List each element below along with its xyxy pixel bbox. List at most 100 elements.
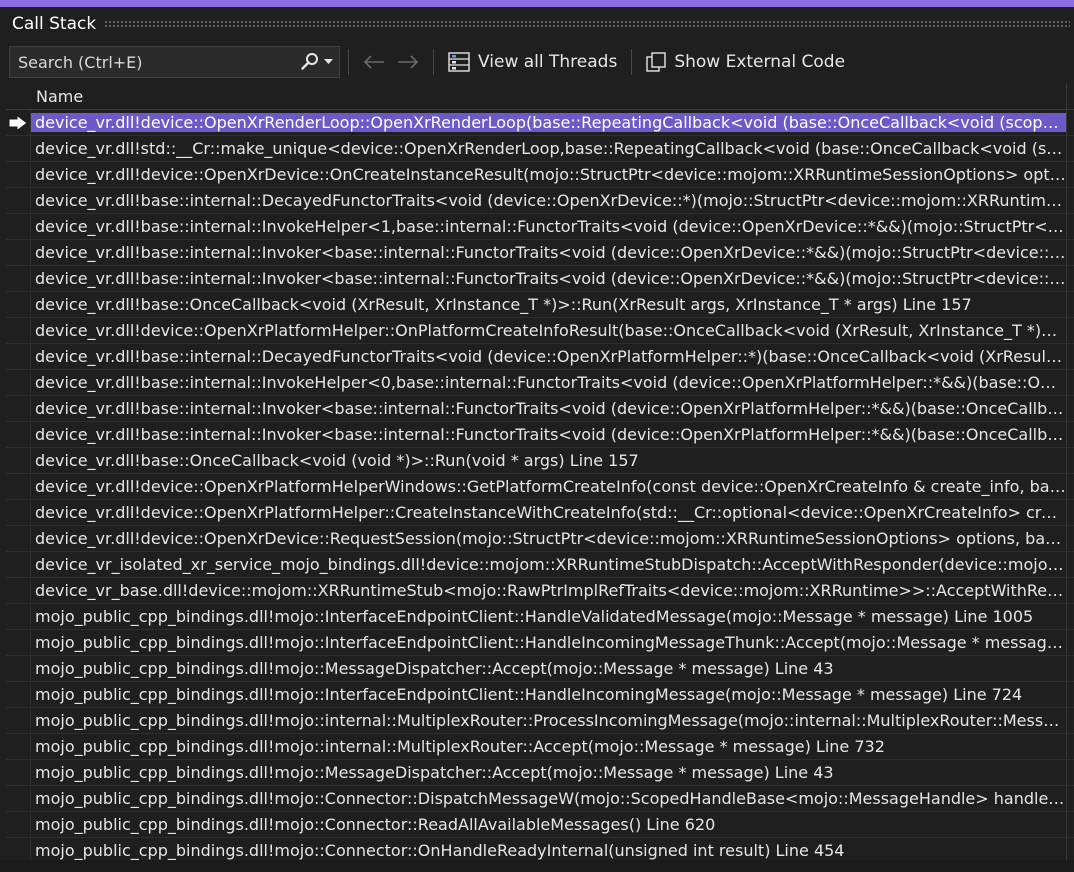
stack-frame-row[interactable]: device_vr.dll!base::internal::DecayedFun… — [6, 188, 1074, 214]
stack-frame-row[interactable]: device_vr.dll!device::OpenXrPlatformHelp… — [6, 500, 1074, 526]
frame-gutter[interactable] — [6, 578, 31, 603]
stack-frame-row[interactable]: device_vr.dll!base::internal::DecayedFun… — [6, 344, 1074, 370]
frame-language-cell — [1066, 708, 1074, 733]
stack-frame-row[interactable]: mojo_public_cpp_bindings.dll!mojo::Conne… — [6, 786, 1074, 812]
stack-frame-row[interactable]: device_vr.dll!device::OpenXrPlatformHelp… — [6, 318, 1074, 344]
frame-gutter[interactable] — [6, 110, 31, 135]
frame-gutter[interactable] — [6, 136, 31, 161]
stack-frame-row[interactable]: mojo_public_cpp_bindings.dll!mojo::Messa… — [6, 760, 1074, 786]
stack-frame-row[interactable]: device_vr.dll!base::internal::Invoker<ba… — [6, 266, 1074, 292]
bottom-tab-strip — [0, 860, 1074, 872]
frame-gutter[interactable] — [6, 240, 31, 265]
frame-gutter[interactable] — [6, 344, 31, 369]
frame-language-cell — [1066, 604, 1074, 629]
view-all-threads-label: View all Threads — [478, 52, 618, 72]
toolbar-separator — [433, 49, 434, 75]
stack-frame-row[interactable]: device_vr.dll!device::OpenXrPlatformHelp… — [6, 474, 1074, 500]
search-input[interactable] — [18, 52, 293, 72]
forward-button[interactable] — [391, 47, 425, 77]
search-button[interactable] — [293, 47, 339, 77]
column-header-name[interactable]: Name — [31, 87, 83, 106]
frame-gutter[interactable] — [6, 422, 31, 447]
frame-language-cell — [1066, 188, 1074, 213]
frame-gutter[interactable] — [6, 734, 31, 759]
stack-frame-row[interactable]: device_vr.dll!base::internal::Invoker<ba… — [6, 396, 1074, 422]
stack-frame-row[interactable]: device_vr_base.dll!device::mojom::XRRunt… — [6, 578, 1074, 604]
frame-language-cell — [1066, 526, 1074, 551]
frame-name: mojo_public_cpp_bindings.dll!mojo::inter… — [35, 711, 1066, 730]
stack-frame-row[interactable]: device_vr.dll!base::internal::Invoker<ba… — [6, 240, 1074, 266]
frame-gutter[interactable] — [6, 188, 31, 213]
stack-frame-row[interactable]: mojo_public_cpp_bindings.dll!mojo::inter… — [6, 708, 1074, 734]
stack-frame-row[interactable]: mojo_public_cpp_bindings.dll!mojo::inter… — [6, 734, 1074, 760]
frame-gutter[interactable] — [6, 682, 31, 707]
frame-name: device_vr.dll!base::internal::Invoker<ba… — [35, 243, 1066, 262]
search-box — [9, 46, 340, 78]
stack-frame-row[interactable]: device_vr.dll!base::OnceCallback<void (X… — [6, 292, 1074, 318]
arrow-right-icon — [398, 55, 419, 69]
view-all-threads-button[interactable]: View all Threads — [442, 46, 623, 78]
frame-gutter[interactable] — [6, 214, 31, 239]
stack-frame-row[interactable]: mojo_public_cpp_bindings.dll!mojo::Inter… — [6, 682, 1074, 708]
frame-gutter[interactable] — [6, 370, 31, 395]
stack-frame-row[interactable]: device_vr.dll!std::__Cr::make_unique<dev… — [6, 136, 1074, 162]
current-frame-arrow-icon — [8, 114, 28, 131]
frame-gutter[interactable] — [6, 474, 31, 499]
frame-name: device_vr.dll!base::internal::Invoker<ba… — [35, 399, 1066, 418]
stack-frame-row[interactable]: device_vr.dll!device::OpenXrDevice::OnCr… — [6, 162, 1074, 188]
frame-name: mojo_public_cpp_bindings.dll!mojo::inter… — [35, 737, 885, 756]
frame-name: device_vr.dll!device::OpenXrPlatformHelp… — [35, 503, 1066, 522]
drag-grip[interactable] — [104, 19, 1070, 28]
stack-frame-row[interactable]: device_vr.dll!base::OnceCallback<void (v… — [6, 448, 1074, 474]
frame-language-cell — [1066, 162, 1074, 187]
frame-language-cell — [1066, 396, 1074, 421]
frame-gutter[interactable] — [6, 526, 31, 551]
frame-gutter[interactable] — [6, 786, 31, 811]
call-stack-grid: Name device_vr.dll!device::OpenXrRenderL… — [6, 84, 1074, 872]
panel-title: Call Stack — [12, 13, 97, 34]
frame-gutter[interactable] — [6, 396, 31, 421]
stack-frame-row[interactable]: device_vr.dll!device::OpenXrDevice::Requ… — [6, 526, 1074, 552]
external-code-icon — [646, 52, 667, 72]
frame-name: mojo_public_cpp_bindings.dll!mojo::Conne… — [35, 789, 1066, 808]
frame-gutter[interactable] — [6, 760, 31, 785]
frame-name: device_vr.dll!base::internal::Invoker<ba… — [35, 425, 1066, 444]
frame-name: device_vr.dll!base::internal::DecayedFun… — [35, 347, 1066, 366]
frame-language-cell — [1066, 110, 1074, 135]
frame-name: mojo_public_cpp_bindings.dll!mojo::Inter… — [35, 633, 1066, 652]
frame-language-cell — [1066, 552, 1074, 577]
frame-gutter[interactable] — [6, 266, 31, 291]
column-header-language[interactable] — [1066, 84, 1074, 109]
stack-frame-row[interactable]: device_vr.dll!device::OpenXrRenderLoop::… — [6, 110, 1074, 136]
stack-frame-row[interactable]: mojo_public_cpp_bindings.dll!mojo::Inter… — [6, 630, 1074, 656]
frame-gutter[interactable] — [6, 162, 31, 187]
frame-gutter[interactable] — [6, 448, 31, 473]
frame-gutter[interactable] — [6, 708, 31, 733]
frame-name: device_vr.dll!device::OpenXrRenderLoop::… — [31, 113, 1066, 132]
show-external-code-button[interactable]: Show External Code — [640, 46, 851, 78]
frame-gutter[interactable] — [6, 812, 31, 837]
frame-gutter[interactable] — [6, 630, 31, 655]
frame-language-cell — [1066, 682, 1074, 707]
stack-frame-row[interactable]: mojo_public_cpp_bindings.dll!mojo::Messa… — [6, 656, 1074, 682]
frame-gutter[interactable] — [6, 656, 31, 681]
gutter-header — [6, 84, 31, 109]
frame-gutter[interactable] — [6, 500, 31, 525]
stack-frame-row[interactable]: device_vr_isolated_xr_service_mojo_bindi… — [6, 552, 1074, 578]
stack-frame-row[interactable]: device_vr.dll!base::internal::Invoker<ba… — [6, 422, 1074, 448]
frame-gutter[interactable] — [6, 292, 31, 317]
back-button[interactable] — [357, 47, 391, 77]
frame-name: device_vr.dll!device::OpenXrDevice::OnCr… — [35, 165, 1066, 184]
stack-frame-row[interactable]: mojo_public_cpp_bindings.dll!mojo::Conne… — [6, 812, 1074, 838]
frame-gutter[interactable] — [6, 604, 31, 629]
stack-frame-row[interactable]: device_vr.dll!base::internal::InvokeHelp… — [6, 214, 1074, 240]
grid-header: Name — [6, 84, 1074, 110]
frame-name: mojo_public_cpp_bindings.dll!mojo::Messa… — [35, 659, 834, 678]
panel-title-bar[interactable]: Call Stack — [0, 7, 1074, 40]
stack-frame-row[interactable]: device_vr.dll!base::internal::InvokeHelp… — [6, 370, 1074, 396]
stack-frame-row[interactable]: mojo_public_cpp_bindings.dll!mojo::Inter… — [6, 604, 1074, 630]
frame-gutter[interactable] — [6, 318, 31, 343]
frame-name: device_vr.dll!base::internal::InvokeHelp… — [35, 373, 1066, 392]
frame-gutter[interactable] — [6, 552, 31, 577]
frame-language-cell — [1066, 214, 1074, 239]
